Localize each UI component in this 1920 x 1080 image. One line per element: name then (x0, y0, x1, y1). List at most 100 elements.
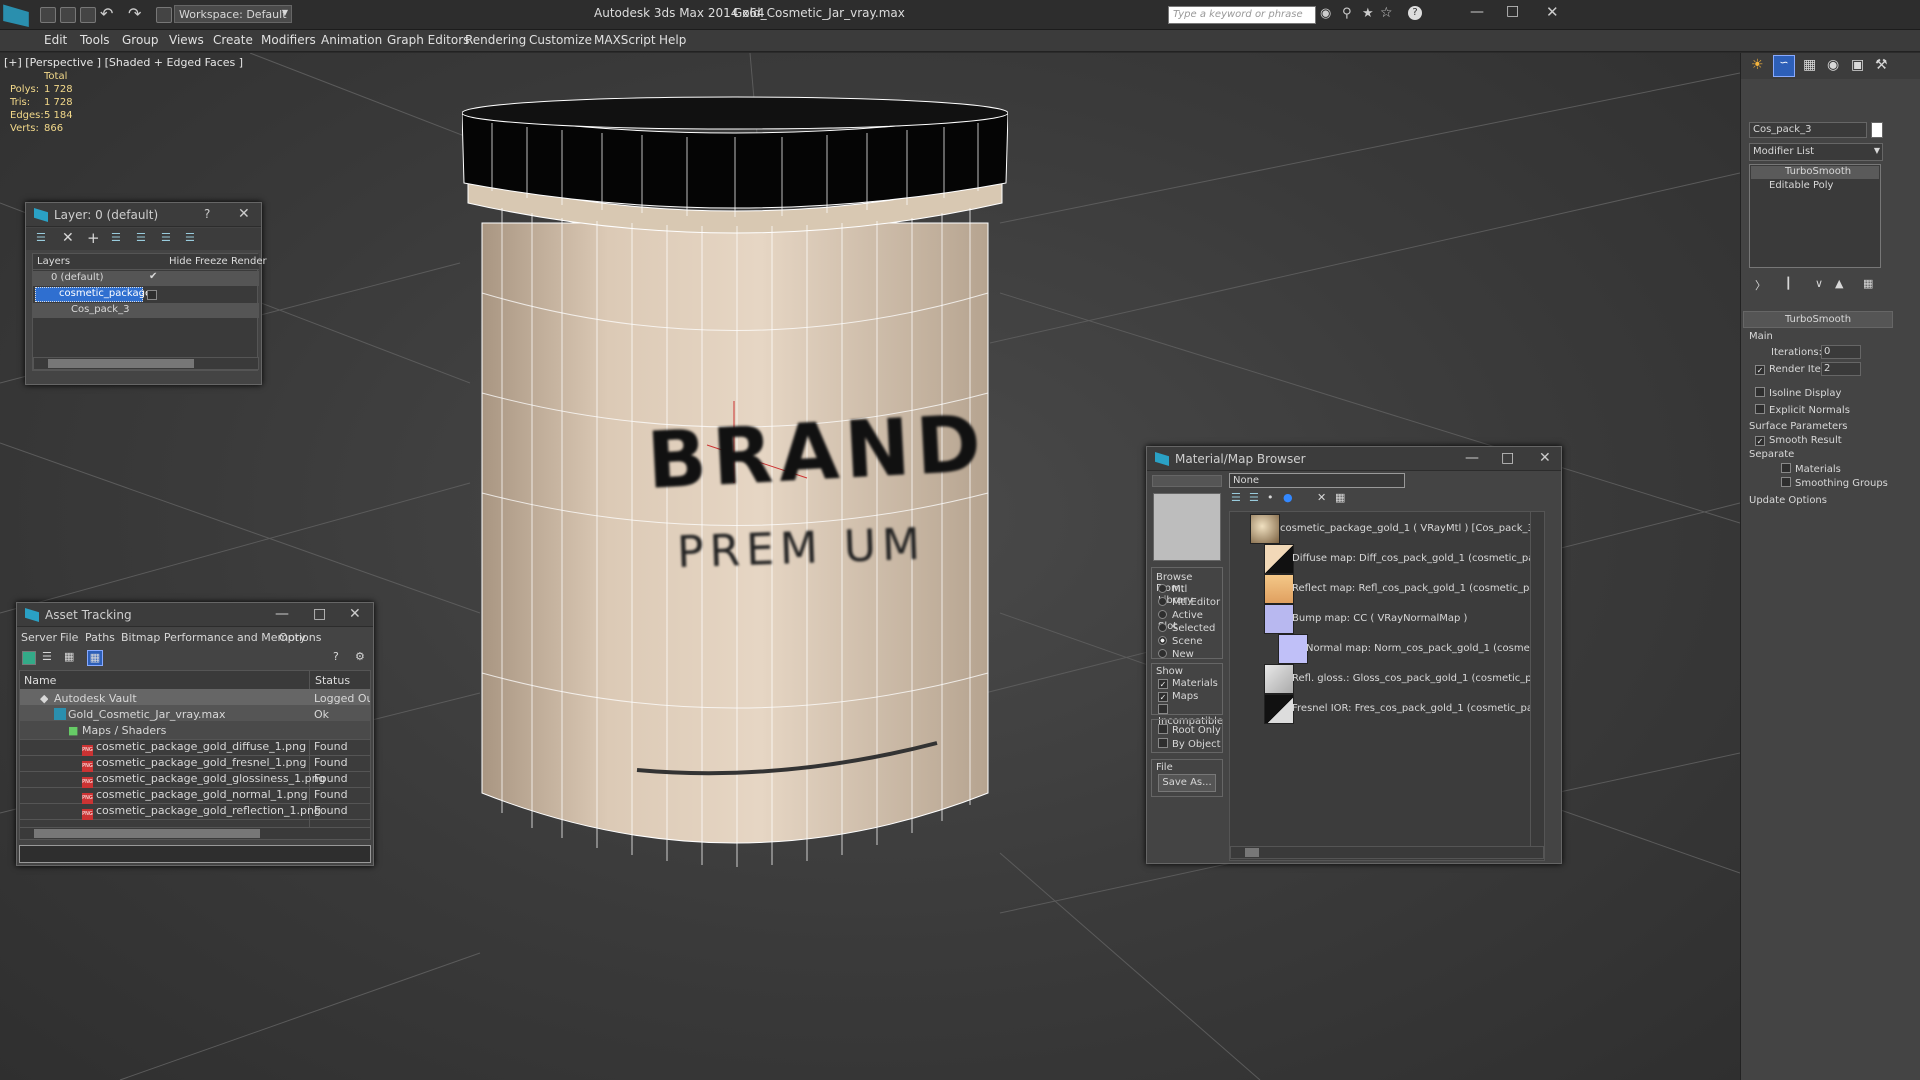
viewport-label[interactable]: [+] [Perspective ] [Shaded + Edged Faces… (4, 56, 243, 69)
asset-table[interactable]: Name Status ◆ Autodesk Vault Logged Out … (19, 670, 371, 828)
tree-item[interactable]: Reflect map: Refl_cos_pack_gold_1 (cosme… (1264, 574, 1544, 604)
table-row[interactable]: PNG cosmetic_package_gold_reflection_1.p… (20, 801, 370, 820)
search-input[interactable]: Type a keyword or phrase (1168, 6, 1316, 24)
menu-graph-editors[interactable]: Graph Editors (387, 33, 469, 47)
create-tab-icon[interactable]: ☀ (1751, 57, 1764, 73)
layer-window[interactable]: Layer: 0 (default) ? ✕ ☰ ✕ + ☰ ☰ ☰ ☰ Lay… (25, 202, 267, 385)
open-file-icon[interactable] (60, 7, 76, 23)
help-button[interactable]: ? (204, 207, 210, 221)
create-layer-icon[interactable]: ☰ (36, 231, 46, 244)
tree-item[interactable]: Bump map: CC ( VRayNormalMap ) (1264, 604, 1544, 634)
highlight-layer-icon[interactable]: ☰ (136, 231, 146, 244)
exchange-icon[interactable]: ★ (1362, 6, 1374, 21)
stack-item-turbosmooth[interactable]: TurboSmooth (1751, 166, 1879, 179)
select-icon[interactable]: • (1267, 491, 1274, 504)
layer-row[interactable]: Cos_pack_3 (33, 303, 259, 318)
material-browser-window[interactable]: Material/Map Browser — □ ✕ None ☰ ☰ • ● … (1146, 446, 1562, 864)
column-header-render[interactable]: Render (231, 256, 267, 267)
select-objects-icon[interactable]: ☰ (111, 231, 121, 244)
menu-group[interactable]: Group (122, 33, 159, 47)
vertical-scrollbar[interactable] (1530, 512, 1544, 848)
browse-radio-new[interactable]: New (1158, 649, 1194, 660)
tree-item[interactable]: Diffuse map: Diff_cos_pack_gold_1 (cosme… (1264, 544, 1544, 574)
configure-sets-icon[interactable]: ▦ (1863, 277, 1873, 290)
menu-paths[interactable]: Paths (85, 631, 115, 644)
menu-modifiers[interactable]: Modifiers (261, 33, 316, 47)
freeze-all-icon[interactable]: ☰ (185, 231, 195, 244)
browse-radio-scene[interactable]: Scene (1158, 636, 1203, 647)
menu-rendering[interactable]: Rendering (465, 33, 526, 47)
menu-file[interactable]: File (60, 631, 78, 644)
key-icon[interactable]: ⚲ (1342, 6, 1352, 21)
material-tree[interactable]: cosmetic_package_gold_1 ( VRayMtl ) [Cos… (1229, 511, 1545, 861)
close-icon[interactable]: ✕ (349, 606, 361, 622)
update-icon[interactable]: ● (1283, 491, 1293, 504)
search-by-name-field[interactable] (1152, 475, 1222, 487)
smoothing-groups-checkbox[interactable]: Smoothing Groups (1781, 477, 1888, 489)
layer-window-titlebar[interactable]: Layer: 0 (default) ? ✕ (26, 203, 261, 227)
asset-tracking-window[interactable]: Asset Tracking — □ ✕ Server File Paths B… (16, 602, 374, 866)
menu-customize[interactable]: Customize (529, 33, 592, 47)
motion-tab-icon[interactable]: ◉ (1827, 57, 1839, 73)
column-header-freeze[interactable]: Freeze (195, 256, 228, 267)
close-icon[interactable]: ✕ (1546, 3, 1559, 21)
layer-row[interactable]: 0 (default) ✔ (33, 271, 259, 286)
help-icon[interactable]: ? (1408, 6, 1422, 20)
horizontal-scrollbar[interactable] (1230, 846, 1544, 859)
utilities-tab-icon[interactable]: ⚒ (1875, 57, 1888, 73)
material-browser-titlebar[interactable]: Material/Map Browser — □ ✕ (1147, 447, 1561, 471)
browse-radio-mtl-editor[interactable]: Mtl Editor (1158, 597, 1220, 608)
tree-item[interactable]: Refl. gloss.: Gloss_cos_pack_gold_1 (cos… (1264, 664, 1544, 694)
object-color-swatch[interactable] (1871, 122, 1883, 138)
menu-animation[interactable]: Animation (321, 33, 382, 47)
column-header-status[interactable]: Status (315, 674, 350, 687)
undo-icon[interactable]: ↶ (100, 4, 113, 23)
current-layer-checkbox[interactable] (147, 289, 161, 302)
refresh-icon[interactable] (22, 651, 36, 665)
delete-layer-icon[interactable]: ✕ (62, 230, 74, 246)
root-only-checkbox[interactable]: Root Only (1158, 724, 1221, 736)
tree-item[interactable]: cosmetic_package_gold_1 ( VRayMtl ) [Cos… (1250, 514, 1544, 544)
menu-help[interactable]: Help (659, 33, 686, 47)
menu-maxscript[interactable]: MAXScript (594, 33, 656, 47)
maximize-icon[interactable]: □ (1506, 3, 1519, 19)
horizontal-scrollbar[interactable] (33, 357, 259, 370)
menu-create[interactable]: Create (213, 33, 253, 47)
hierarchy-tab-icon[interactable]: ▦ (1803, 57, 1816, 73)
menu-server[interactable]: Server (21, 631, 57, 644)
display-tab-icon[interactable]: ▣ (1851, 57, 1864, 73)
tree-item[interactable]: Normal map: Norm_cos_pack_gold_1 (cosmet… (1278, 634, 1544, 664)
show-end-result-icon[interactable]: ┃ (1785, 277, 1792, 290)
column-header-name[interactable]: Name (24, 674, 56, 687)
tree-view-icon[interactable]: ▦ (64, 650, 74, 663)
close-icon[interactable]: ✕ (1539, 450, 1551, 466)
stack-item-editable-poly[interactable]: Editable Poly (1751, 180, 1879, 193)
save-as-button[interactable]: Save As... (1158, 774, 1216, 792)
maximize-icon[interactable]: □ (1501, 450, 1514, 466)
new-file-icon[interactable] (40, 7, 56, 23)
app-logo[interactable] (3, 4, 29, 27)
make-unique-icon[interactable]: ∨ (1815, 277, 1823, 290)
options-icon[interactable]: ▦ (1335, 491, 1345, 504)
maximize-icon[interactable]: □ (313, 606, 326, 622)
context-help-icon[interactable]: ⚙ (355, 650, 365, 663)
pin-stack-icon[interactable]: 〉 (1755, 277, 1766, 293)
remove-modifier-icon[interactable]: ▲ (1835, 277, 1843, 290)
hide-all-icon[interactable]: ☰ (161, 231, 171, 244)
list-view-icon[interactable]: ☰ (42, 650, 52, 663)
horizontal-scrollbar[interactable] (19, 827, 371, 840)
tree-item[interactable]: Fresnel IOR: Fres_cos_pack_gold_1 (cosme… (1264, 694, 1544, 724)
menu-tools[interactable]: Tools (80, 33, 110, 47)
asset-tracking-titlebar[interactable]: Asset Tracking — □ ✕ (17, 603, 373, 627)
by-object-checkbox[interactable]: By Object (1158, 738, 1221, 750)
jar-model[interactable]: BRAND PREM UM (462, 93, 1008, 893)
column-header-hide[interactable]: Hide (169, 256, 192, 267)
hold-icon[interactable] (156, 7, 172, 23)
table-view-icon[interactable]: ▦ (87, 650, 103, 666)
menu-edit[interactable]: Edit (44, 33, 67, 47)
menu-views[interactable]: Views (169, 33, 204, 47)
minimize-icon[interactable]: — (275, 606, 289, 622)
minimize-icon[interactable]: — (1470, 4, 1484, 20)
column-header-layers[interactable]: Layers (37, 256, 70, 267)
add-to-layer-icon[interactable]: + (87, 229, 100, 247)
